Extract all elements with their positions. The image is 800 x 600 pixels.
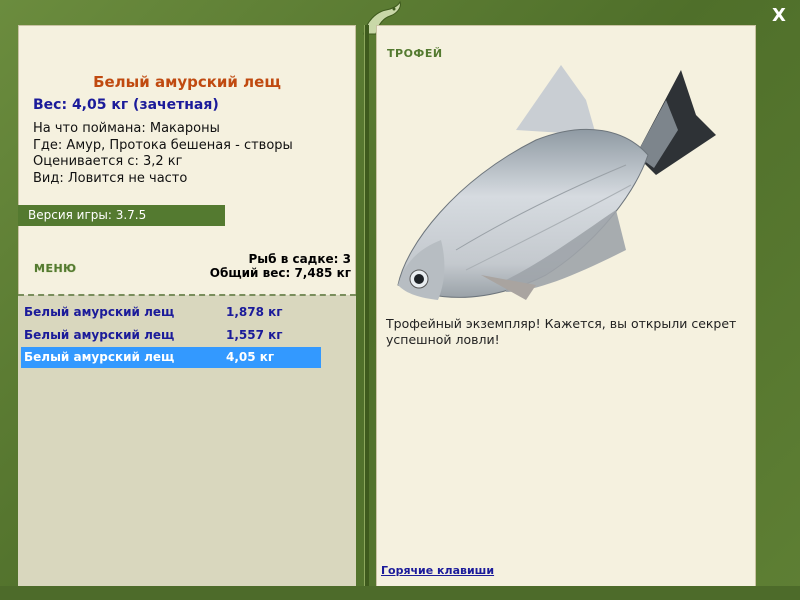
catch-name: Белый амурский лещ [24, 328, 175, 342]
cage-total-weight: Общий вес: 7,485 кг [209, 266, 351, 280]
catch-weight: 4,05 кг [226, 350, 275, 364]
cage-count: Рыб в садке: 3 [248, 252, 352, 266]
detail-bait: На что поймана: Макароны [33, 121, 220, 136]
cage-summary: Рыб в садке: 3 Общий вес: 7,485 кг [210, 252, 351, 280]
list-divider [18, 294, 356, 296]
catch-list-item[interactable]: Белый амурский лещ 1,557 кг [21, 325, 321, 346]
close-button[interactable]: X [768, 5, 790, 27]
detail-location: Где: Амур, Протока бешеная - створы [33, 137, 293, 153]
bottom-frame [0, 586, 800, 600]
menu-label[interactable]: МЕНЮ [34, 262, 77, 275]
catch-list-item[interactable]: Белый амурский лещ 1,878 кг [21, 302, 321, 323]
catch-weight: 1,878 кг [226, 305, 283, 319]
catch-name: Белый амурский лещ [24, 350, 175, 364]
trophy-description: Трофейный экземпляр! Кажется, вы открыли… [386, 316, 737, 347]
fish-title: Белый амурский лещ [93, 73, 281, 91]
trophy-label: ТРОФЕЙ [387, 47, 443, 60]
trophy-panel: ТРОФЕЙ Трофейный экземпляр! Кажется, вы … [376, 25, 756, 587]
detail-rated-from: Оценивается с: 3,2 кг [33, 154, 183, 169]
panel-divider [364, 25, 369, 595]
detail-species: Вид: Ловится не часто [33, 170, 188, 186]
fish-details: На что поймана: Макароны Где: Амур, Прот… [33, 121, 293, 187]
catch-list: Белый амурский лещ 1,878 кг Белый амурск… [18, 295, 356, 587]
fish-weight: Вес: 4,05 кг (зачетная) [33, 97, 219, 113]
game-version: Версия игры: 3.7.5 [18, 205, 225, 226]
catch-list-item-selected[interactable]: Белый амурский лещ 4,05 кг [21, 347, 321, 368]
catch-name: Белый амурский лещ [24, 305, 175, 319]
catch-weight: 1,557 кг [226, 328, 283, 342]
bream-fish-image [397, 65, 716, 300]
hotkeys-link[interactable]: Горячие клавиши [381, 564, 494, 577]
fish-info-panel: Белый амурский лещ Вес: 4,05 кг (зачетна… [18, 25, 356, 587]
